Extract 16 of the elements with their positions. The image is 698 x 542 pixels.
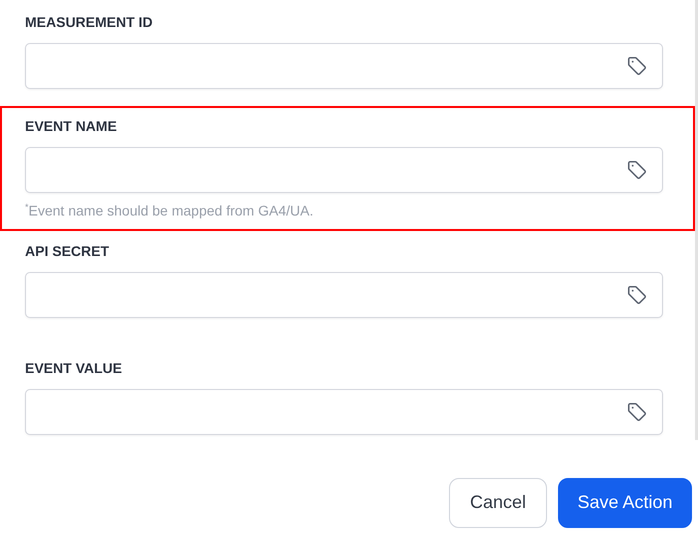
input-field[interactable] (25, 388, 663, 435)
hint-text: $^{*}$Event name should be mapped from GA4/UA. (25, 201, 314, 220)
input-field[interactable] (25, 272, 663, 318)
tag-icon[interactable] (626, 284, 648, 306)
tag-icon[interactable] (626, 55, 648, 77)
tag-icon[interactable] (626, 159, 648, 181)
field-label: EVENT NAME (25, 117, 118, 135)
save-button[interactable]: Save Action (558, 478, 692, 528)
cancel-button[interactable]: Cancel (449, 478, 547, 528)
input-field[interactable] (25, 147, 663, 193)
field-label: EVENT VALUE (25, 358, 123, 377)
field-label: MEASUREMENT ID (25, 13, 154, 31)
tag-icon[interactable] (626, 400, 648, 423)
scrollbar[interactable] (695, 0, 698, 440)
field-label: API SECRET (25, 242, 110, 260)
input-field[interactable] (25, 43, 663, 89)
